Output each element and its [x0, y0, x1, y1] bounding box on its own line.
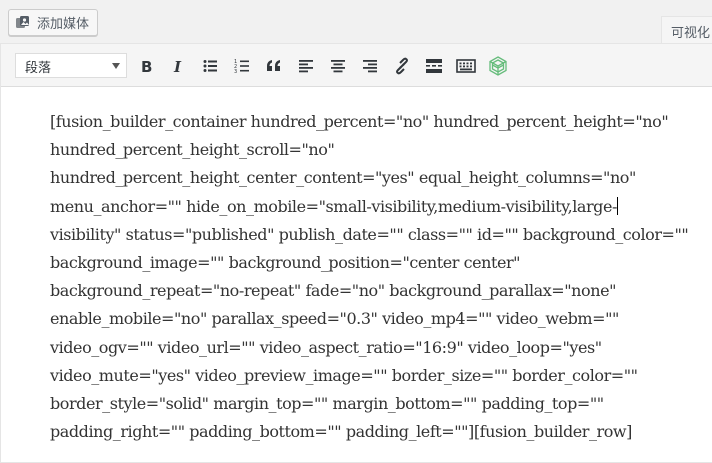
align-center-icon [330, 58, 346, 74]
align-left-button[interactable] [292, 53, 320, 79]
read-more-button[interactable] [420, 53, 448, 79]
content-line: background_repeat="no-repeat" fade="no" … [50, 281, 616, 301]
bullet-list-icon [202, 58, 218, 74]
align-center-button[interactable] [324, 53, 352, 79]
numbered-list-icon: 1 2 3 [234, 58, 250, 74]
content-line: video_ogv="" video_url="" video_aspect_r… [50, 337, 602, 357]
content-line: video_mute="yes" video_preview_image="" … [50, 365, 638, 385]
content-line: visibility" status="published" publish_d… [50, 224, 689, 244]
align-left-icon [298, 58, 314, 74]
add-media-button[interactable]: 添加媒体 [8, 9, 98, 36]
blockquote-icon [265, 58, 283, 74]
toolbar-toggle-button[interactable] [452, 53, 480, 79]
svg-text:B: B [141, 58, 152, 74]
bullet-list-button[interactable] [196, 53, 224, 79]
content-line: background_image="" background_position=… [50, 252, 521, 272]
format-select-value: 段落 [25, 60, 52, 75]
link-icon [393, 57, 411, 75]
insert-link-button[interactable] [388, 53, 416, 79]
content-line: hundred_percent_height_center_content="y… [50, 168, 636, 188]
format-select[interactable]: 段落 [15, 53, 127, 78]
chevron-down-icon [112, 63, 120, 69]
editor-toolbar: 段落 B I 1 2 3 [1, 44, 712, 87]
editor-container: 段落 B I 1 2 3 [fusion_builder_container h… [0, 43, 712, 463]
svg-text:3: 3 [234, 69, 237, 74]
svg-text:I: I [173, 58, 182, 74]
content-line: border_style="solid" margin_top="" margi… [50, 393, 604, 413]
content-line: hundred_percent_height_scroll="no" [50, 140, 335, 160]
content-line: padding_right="" padding_bottom="" paddi… [50, 422, 632, 442]
editor-content[interactable]: [fusion_builder_container hundred_percen… [50, 108, 705, 446]
fusion-logo-icon [488, 56, 508, 76]
read-more-icon [425, 58, 443, 74]
bold-button[interactable]: B [132, 53, 160, 79]
italic-icon: I [170, 58, 186, 74]
tab-visual[interactable]: 可视化 [661, 16, 712, 44]
bold-icon: B [138, 58, 154, 74]
add-media-label: 添加媒体 [37, 16, 90, 31]
media-icon [15, 14, 33, 32]
keyboard-icon [456, 58, 476, 74]
align-right-button[interactable] [356, 53, 384, 79]
numbered-list-button[interactable]: 1 2 3 [228, 53, 256, 79]
content-line: [fusion_builder_container hundred_percen… [50, 112, 669, 131]
text-caret [616, 196, 618, 215]
fusion-builder-button[interactable] [484, 53, 512, 79]
content-line-text: menu_anchor="" hide_on_mobile="small-vis… [50, 196, 617, 216]
content-line: enable_mobile="no" parallax_speed="0.3" … [50, 309, 619, 329]
align-right-icon [362, 58, 378, 74]
italic-button[interactable]: I [164, 53, 192, 79]
content-line-with-caret: menu_anchor="" hide_on_mobile="small-vis… [50, 193, 705, 221]
blockquote-button[interactable] [260, 53, 288, 79]
